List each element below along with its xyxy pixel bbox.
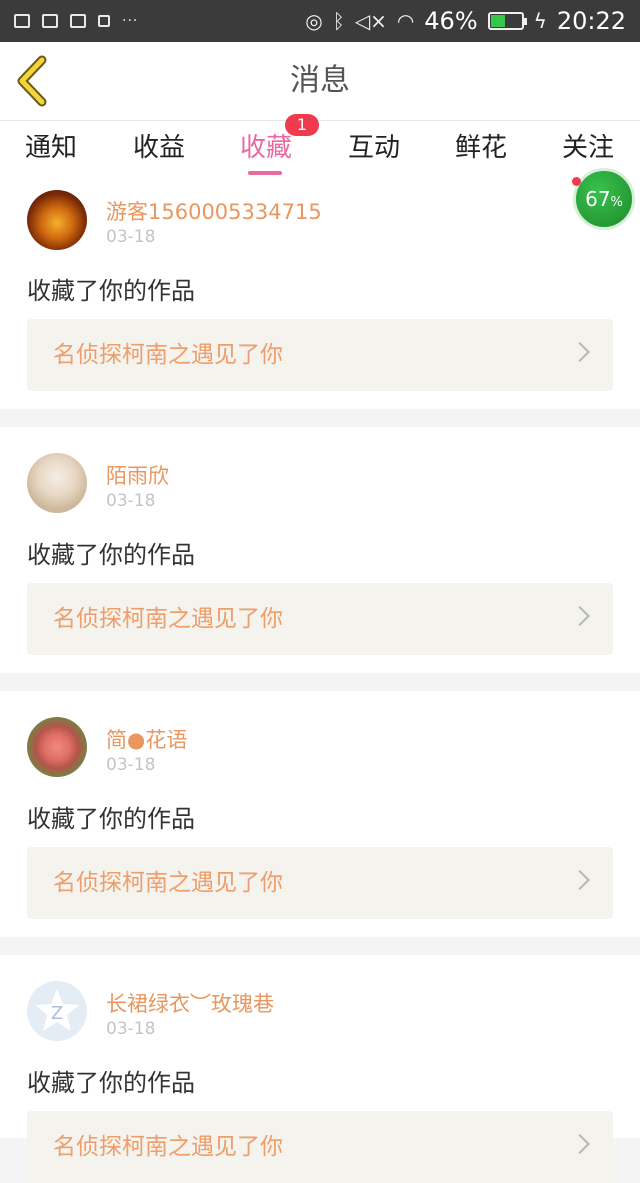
avatar[interactable] — [27, 717, 87, 777]
tab-interactions[interactable]: 互动 — [324, 121, 424, 181]
active-tab-indicator — [248, 171, 282, 175]
calendar-icon — [70, 14, 86, 28]
work-link[interactable]: 名侦探柯南之遇见了你 — [27, 319, 613, 391]
chevron-right-icon — [570, 1134, 590, 1154]
work-title: 名侦探柯南之遇见了你 — [53, 342, 283, 368]
list-item: Z 长裙绿衣︶玫瑰巷 03-18 收藏了你的作品 名侦探柯南之遇见了你 — [0, 955, 640, 1183]
battery-icon — [487, 12, 527, 30]
battery-percent: 46% — [424, 7, 478, 35]
action-text: 收藏了你的作品 — [27, 1069, 195, 1097]
tab-flowers[interactable]: 鲜花 — [431, 121, 531, 181]
chevron-right-icon — [570, 870, 590, 890]
work-link[interactable]: 名侦探柯南之遇见了你 — [27, 1111, 613, 1183]
chevron-right-icon — [570, 606, 590, 626]
avatar[interactable] — [27, 453, 87, 513]
work-title: 名侦探柯南之遇见了你 — [53, 1134, 283, 1160]
clock: 20:22 — [556, 7, 626, 35]
bluetooth-icon: ᛒ — [332, 9, 345, 33]
more-icon: ··· — [122, 13, 139, 29]
username[interactable]: 简●花语 — [106, 724, 187, 754]
image-icon — [14, 14, 30, 28]
tab-unread-badge: 1 — [285, 114, 319, 136]
username[interactable]: 游客1560005334715 — [106, 196, 322, 226]
list-item: 游客1560005334715 03-18 收藏了你的作品 名侦探柯南之遇见了你 — [0, 181, 640, 409]
page-title: 消息 — [290, 63, 350, 98]
svg-text:Z: Z — [51, 1003, 63, 1024]
work-link[interactable]: 名侦探柯南之遇见了你 — [27, 583, 613, 655]
status-bar-system: ◎ ᛒ ◁× ◠ 46% ϟ 20:22 — [305, 0, 626, 42]
wifi-icon: ◠ — [396, 9, 415, 33]
progress-unit: % — [610, 195, 623, 210]
date: 03-18 — [106, 227, 156, 247]
header: 消息 — [0, 42, 640, 121]
calendar-icon — [42, 14, 58, 28]
ad-icon — [98, 15, 110, 27]
action-text: 收藏了你的作品 — [27, 541, 195, 569]
chevron-right-icon — [570, 342, 590, 362]
action-text: 收藏了你的作品 — [27, 277, 195, 305]
notification-dot — [572, 177, 581, 186]
default-avatar-icon: Z — [35, 989, 79, 1031]
progress-value: 67 — [585, 187, 611, 211]
work-link[interactable]: 名侦探柯南之遇见了你 — [27, 847, 613, 919]
username[interactable]: 陌雨欣 — [106, 460, 169, 490]
avatar[interactable] — [27, 190, 87, 250]
action-text: 收藏了你的作品 — [27, 805, 195, 833]
floating-progress-badge[interactable]: 67% — [573, 168, 635, 230]
work-title: 名侦探柯南之遇见了你 — [53, 870, 283, 896]
avatar[interactable]: Z — [27, 981, 87, 1041]
date: 03-18 — [106, 491, 156, 511]
work-title: 名侦探柯南之遇见了你 — [53, 606, 283, 632]
status-bar-notifications: ··· — [14, 0, 138, 42]
tab-earnings[interactable]: 收益 — [109, 121, 209, 181]
tab-notifications[interactable]: 通知 — [1, 121, 101, 181]
username[interactable]: 长裙绿衣︶玫瑰巷 — [106, 988, 274, 1018]
charging-icon: ϟ — [533, 9, 547, 33]
list-item: 陌雨欣 03-18 收藏了你的作品 名侦探柯南之遇见了你 — [0, 427, 640, 673]
status-bar: ··· ◎ ᛒ ◁× ◠ 46% ϟ 20:22 — [0, 0, 640, 42]
date: 03-18 — [106, 755, 156, 775]
battery-level-fill — [490, 15, 505, 27]
tab-bar: 通知 收益 收藏 互动 鲜花 关注 — [0, 121, 640, 181]
list-item: 简●花语 03-18 收藏了你的作品 名侦探柯南之遇见了你 — [0, 691, 640, 937]
mute-icon: ◁× — [354, 9, 387, 33]
nfc-icon: ◎ — [305, 9, 323, 33]
date: 03-18 — [106, 1019, 156, 1039]
